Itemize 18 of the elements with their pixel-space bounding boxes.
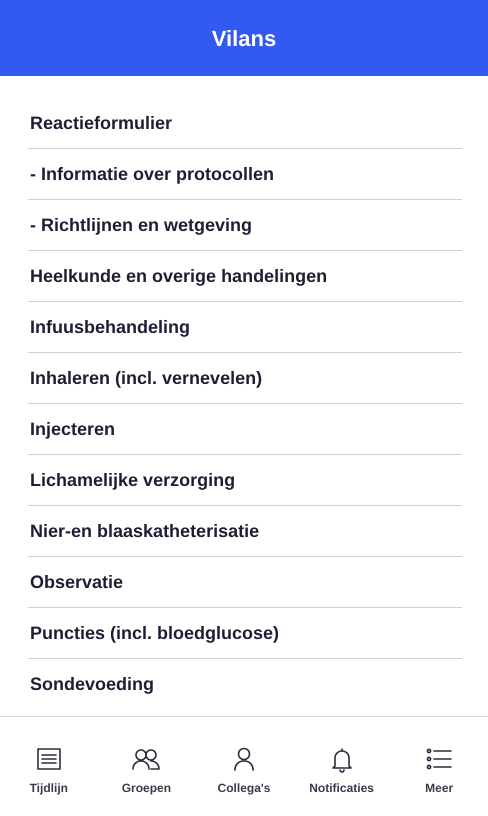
- list-item[interactable]: Lichamelijke verzorging: [28, 466, 236, 494]
- list-item[interactable]: Nier-en blaaskatheterisatie: [28, 518, 260, 544]
- list-item[interactable]: Sondevoeding: [28, 671, 154, 698]
- list-item[interactable]: - Richtlijnen en wetgeving: [28, 212, 252, 238]
- tab-bar-item[interactable]: Groepen: [98, 745, 196, 797]
- tab-bar-item[interactable]: Tijdlijn: [0, 745, 98, 797]
- header-title: Vilans: [212, 24, 276, 52]
- list-item[interactable]: Reactieformulier: [28, 110, 172, 136]
- list-item[interactable]: Heelkunde en overige handelingen: [28, 262, 328, 290]
- tab-bar-item[interactable]: Notificaties: [292, 745, 390, 797]
- list-item[interactable]: Inhaleren (incl. vernevelen): [28, 364, 262, 392]
- list-item[interactable]: Puncties (incl. bloedglucose): [28, 620, 280, 646]
- list-item[interactable]: Infuusbehandeling: [28, 314, 190, 340]
- list-item[interactable]: - Informatie over protocollen: [28, 160, 274, 188]
- tab-bar-item[interactable]: Meer: [390, 745, 488, 797]
- list-item[interactable]: Injecteren: [28, 416, 116, 442]
- list-item[interactable]: Observatie: [28, 568, 124, 596]
- tab-bar-item[interactable]: Collega's: [195, 745, 293, 797]
